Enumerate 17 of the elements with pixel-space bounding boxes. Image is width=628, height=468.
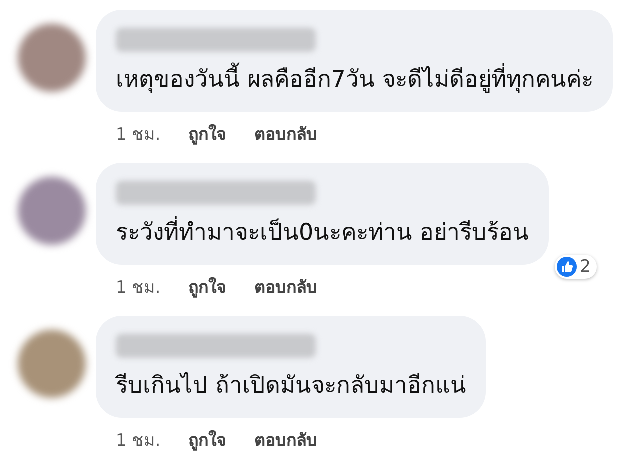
comment-text: ระวังที่ทำมาจะเป็น0นะคะท่าน อย่ารีบร้อน (116, 215, 529, 251)
avatar[interactable] (18, 177, 86, 245)
reply-link[interactable]: ตอบกลับ (254, 273, 318, 300)
like-link[interactable]: ถูกใจ (188, 426, 227, 453)
reply-link[interactable]: ตอบกลับ (254, 120, 318, 147)
reply-link[interactable]: ตอบกลับ (254, 426, 318, 453)
reaction-badge[interactable]: 2 (555, 255, 597, 279)
comment-text: เหตุของวันนี้ ผลคืออีก7วัน จะดีไม่ดีอยู่ที่ทุกคนค่ะ (116, 62, 594, 98)
timestamp: 1 ชม. (116, 277, 161, 300)
like-link[interactable]: ถูกใจ (188, 120, 227, 147)
avatar[interactable] (18, 24, 86, 92)
like-link[interactable]: ถูกใจ (188, 273, 227, 300)
comment-text: รีบเกินไป ถ้าเปิดมันจะกลับมาอีกแน่ (116, 371, 466, 401)
avatar[interactable] (18, 330, 86, 398)
timestamp: 1 ชม. (116, 124, 161, 147)
timestamp: 1 ชม. (116, 430, 161, 453)
thumbs-up-icon (557, 257, 578, 277)
